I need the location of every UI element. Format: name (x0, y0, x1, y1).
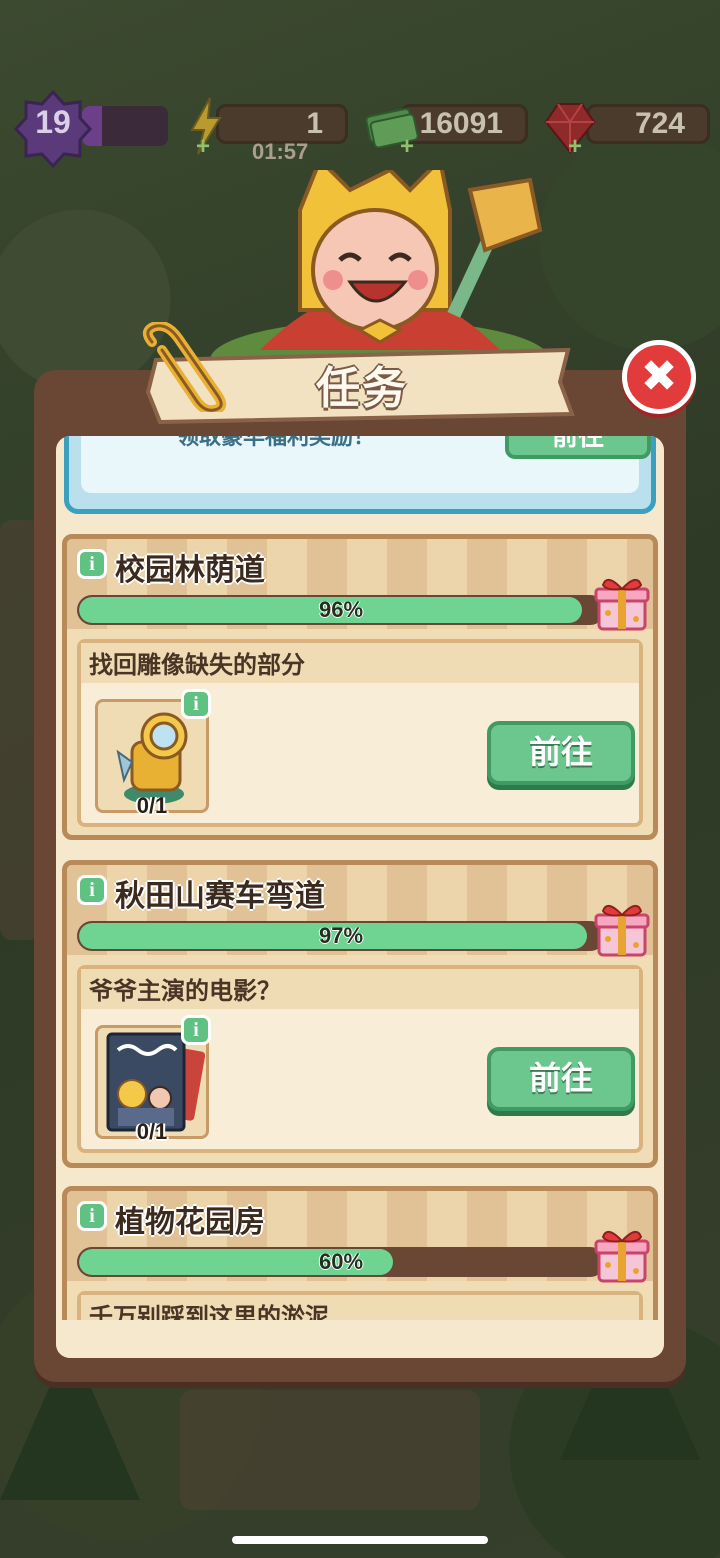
info-icon[interactable]: i (77, 875, 107, 905)
quest-title: 校园林荫道 (115, 553, 265, 588)
add-cash-icon[interactable]: + (400, 135, 418, 159)
cash-value: 16091 (419, 107, 503, 140)
energy-counter[interactable]: 1 (216, 104, 348, 144)
quest-progress-label: 60% (318, 1249, 364, 1274)
list-bottom-fade (56, 1320, 664, 1358)
quest-progress-label: 96% (318, 597, 364, 622)
xp-bar (82, 106, 168, 146)
home-indicator[interactable] (232, 1536, 488, 1544)
gift-box-icon[interactable] (593, 571, 651, 633)
close-icon: ✖ (640, 351, 678, 402)
item-info-icon[interactable]: i (181, 689, 211, 719)
go-button[interactable]: 前往 (487, 1047, 635, 1111)
item-count: 0/1 (136, 793, 168, 818)
go-button[interactable]: 前往 (487, 721, 635, 785)
quest-list-scroll[interactable]: 领取豪华福利奖励！ 前往 i 校园林荫道 96% 找回雕像缺失的部分 0/1 i… (56, 436, 664, 1358)
quest-title: 秋田山赛车弯道 (115, 879, 325, 914)
promo-text: 领取豪华福利奖励！ (177, 436, 376, 450)
energy-timer: 01:57 (252, 139, 309, 164)
gift-box-icon[interactable] (593, 1223, 651, 1285)
gift-box-icon[interactable] (593, 897, 651, 959)
promo-inner: 领取豪华福利奖励！ 前往 (81, 436, 651, 493)
task-box: 爷爷主演的电影？ 0/1 i 前往 (77, 965, 643, 1153)
promo-card: 领取豪华福利奖励！ 前往 (64, 436, 656, 514)
item-count: 0/1 (136, 1119, 168, 1144)
task-box: 找回雕像缺失的部分 0/1 i 前往 (77, 639, 643, 827)
gem-counter[interactable]: 724 (586, 104, 710, 144)
quest-card: i 秋田山赛车弯道 97% 爷爷主演的电影？ 0/1 i 前往 (62, 860, 658, 1168)
quest-title: 植物花园房 (115, 1205, 265, 1240)
quest-progress-label: 97% (318, 923, 364, 948)
task-title: 找回雕像缺失的部分 (89, 651, 305, 679)
stone-wall-decoration (180, 1390, 480, 1510)
add-energy-icon[interactable]: + (196, 135, 214, 159)
quest-progress-bar: 97% (77, 921, 605, 951)
quest-progress-bar: 96% (77, 595, 605, 625)
info-icon[interactable]: i (77, 1201, 107, 1231)
task-title: 爷爷主演的电影？ (89, 977, 281, 1005)
add-gems-icon[interactable]: + (568, 135, 586, 159)
quest-card: i 校园林荫道 96% 找回雕像缺失的部分 0/1 i 前往 (62, 534, 658, 840)
paper-clip-icon (142, 322, 227, 412)
close-button[interactable]: ✖ (622, 340, 696, 414)
energy-value: 1 (306, 107, 323, 140)
player-level: 19 (35, 104, 71, 140)
gem-value: 724 (634, 107, 685, 140)
info-icon[interactable]: i (77, 549, 107, 579)
quest-progress-bar: 60% (77, 1247, 605, 1277)
item-info-icon[interactable]: i (181, 1015, 211, 1045)
promo-go-button[interactable]: 前往 (505, 436, 651, 459)
